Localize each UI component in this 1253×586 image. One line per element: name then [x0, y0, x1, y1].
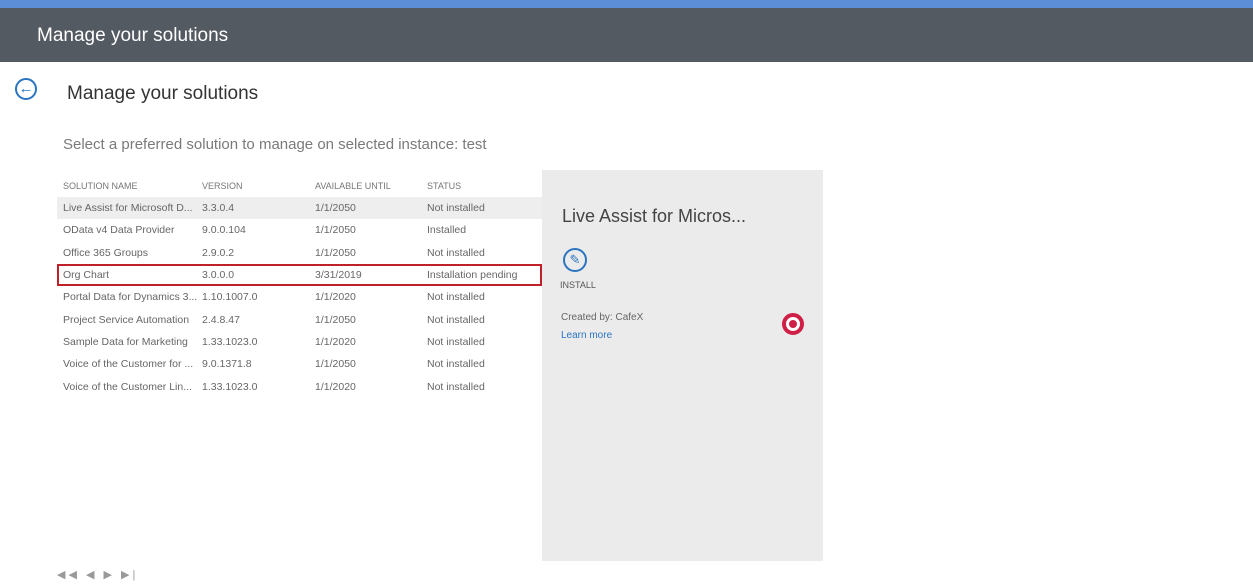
table-row[interactable]: Voice of the Customer Lin... 1.33.1023.0 1…: [57, 375, 542, 397]
next-page-icon[interactable]: ▶: [104, 569, 115, 581]
column-header-status[interactable]: STATUS: [427, 181, 542, 191]
column-header-available[interactable]: AVAILABLE UNTIL: [315, 181, 427, 191]
created-by-text: Created by: CafeX: [561, 312, 644, 323]
cell-version: 2.4.8.47: [202, 313, 240, 326]
cell-solution-name: Sample Data for Marketing: [63, 335, 188, 348]
solution-detail-panel: Live Assist for Micros... ✎ INSTALL Crea…: [542, 170, 823, 561]
pagination: ◀◀ ◀ ▶ ▶|: [57, 568, 138, 581]
prev-page-icon[interactable]: ◀: [86, 569, 97, 581]
cell-solution-name: Org Chart: [63, 269, 110, 282]
cell-version: 1.10.1007.0: [202, 291, 258, 304]
cell-solution-name: Office 365 Groups: [63, 246, 149, 259]
table-row[interactable]: Project Service Automation 2.4.8.47 1/1/20…: [57, 308, 542, 330]
cell-available-until: 1/1/2050: [315, 202, 356, 215]
cell-solution-name: Live Assist for Microsoft D...: [63, 202, 193, 215]
cell-available-until: 1/1/2020: [315, 291, 356, 304]
cell-status: Not installed: [427, 246, 485, 259]
cell-solution-name: Voice of the Customer Lin...: [63, 380, 192, 393]
cell-status: Installed: [427, 224, 467, 237]
cell-solution-name: OData v4 Data Provider: [63, 224, 175, 237]
cell-status: Not installed: [427, 358, 485, 371]
cell-version: 2.9.0.2: [202, 246, 235, 259]
cell-available-until: 1/1/2050: [315, 246, 356, 259]
cell-version: 1.33.1023.0: [202, 380, 258, 393]
cell-status: Not installed: [427, 202, 485, 215]
column-header-name[interactable]: SOLUTION NAME: [57, 181, 202, 191]
table-row[interactable]: Voice of the Customer for ... 9.0.1371.8 1…: [57, 353, 542, 375]
first-page-icon[interactable]: ◀◀: [57, 569, 80, 581]
cell-solution-name: Portal Data for Dynamics 3...: [63, 291, 198, 304]
cell-status: Not installed: [427, 380, 485, 393]
table-row[interactable]: Portal Data for Dynamics 3... 1.10.1007.0…: [57, 286, 542, 308]
table-row[interactable]: Org Chart 3.0.0.0 3/31/2019 Installation pe…: [57, 263, 542, 287]
column-header-version[interactable]: VERSION: [202, 181, 315, 191]
last-page-icon[interactable]: ▶|: [121, 569, 138, 581]
cell-status: Not installed: [427, 335, 485, 348]
accent-bar: [0, 0, 1253, 8]
solutions-table: SOLUTION NAME VERSION AVAILABLE UNTIL ST…: [57, 175, 542, 398]
table-row[interactable]: Sample Data for Marketing 1.33.1023.0 1/1/…: [57, 331, 542, 353]
cell-status: Installation pending: [427, 269, 518, 282]
cell-available-until: 3/31/2019: [315, 269, 362, 282]
cell-solution-name: Voice of the Customer for ...: [63, 358, 194, 371]
detail-title: Live Assist for Micros...: [562, 206, 747, 226]
table-row[interactable]: Live Assist for Microsoft D... 3.3.0.4 1/1…: [57, 197, 542, 220]
lifebuoy-icon[interactable]: [782, 313, 804, 335]
cell-available-until: 1/1/2050: [315, 313, 356, 326]
table-row[interactable]: OData v4 Data Provider 9.0.0.104 1/1/2050 I…: [57, 219, 542, 241]
cell-version: 3.0.0.0: [202, 269, 235, 282]
page-subtitle: Select a preferred solution to manage on…: [63, 136, 487, 153]
cell-solution-name: Project Service Automation: [63, 313, 190, 326]
pencil-icon[interactable]: ✎: [563, 248, 587, 272]
cell-available-until: 1/1/2050: [315, 358, 356, 371]
cell-version: 1.33.1023.0: [202, 335, 258, 348]
cell-available-until: 1/1/2020: [315, 335, 356, 348]
cell-version: 9.0.0.104: [202, 224, 246, 237]
cell-available-until: 1/1/2050: [315, 224, 356, 237]
page-title: Manage your solutions: [67, 83, 259, 104]
cell-available-until: 1/1/2020: [315, 380, 356, 393]
back-arrow-icon[interactable]: ←: [15, 78, 37, 100]
cell-status: Not installed: [427, 291, 485, 304]
cell-status: Not installed: [427, 313, 485, 326]
cell-version: 3.3.0.4: [202, 202, 235, 215]
table-row[interactable]: Office 365 Groups 2.9.0.2 1/1/2050 Not inst…: [57, 242, 542, 264]
window-title: Manage your solutions: [37, 25, 229, 46]
table-header-row: SOLUTION NAME VERSION AVAILABLE UNTIL ST…: [57, 175, 542, 197]
cell-version: 9.0.1371.8: [202, 358, 252, 371]
install-button[interactable]: INSTALL: [560, 280, 596, 290]
window-title-bar: Manage your solutions: [0, 8, 1253, 62]
learn-more-link[interactable]: Learn more: [561, 330, 612, 341]
